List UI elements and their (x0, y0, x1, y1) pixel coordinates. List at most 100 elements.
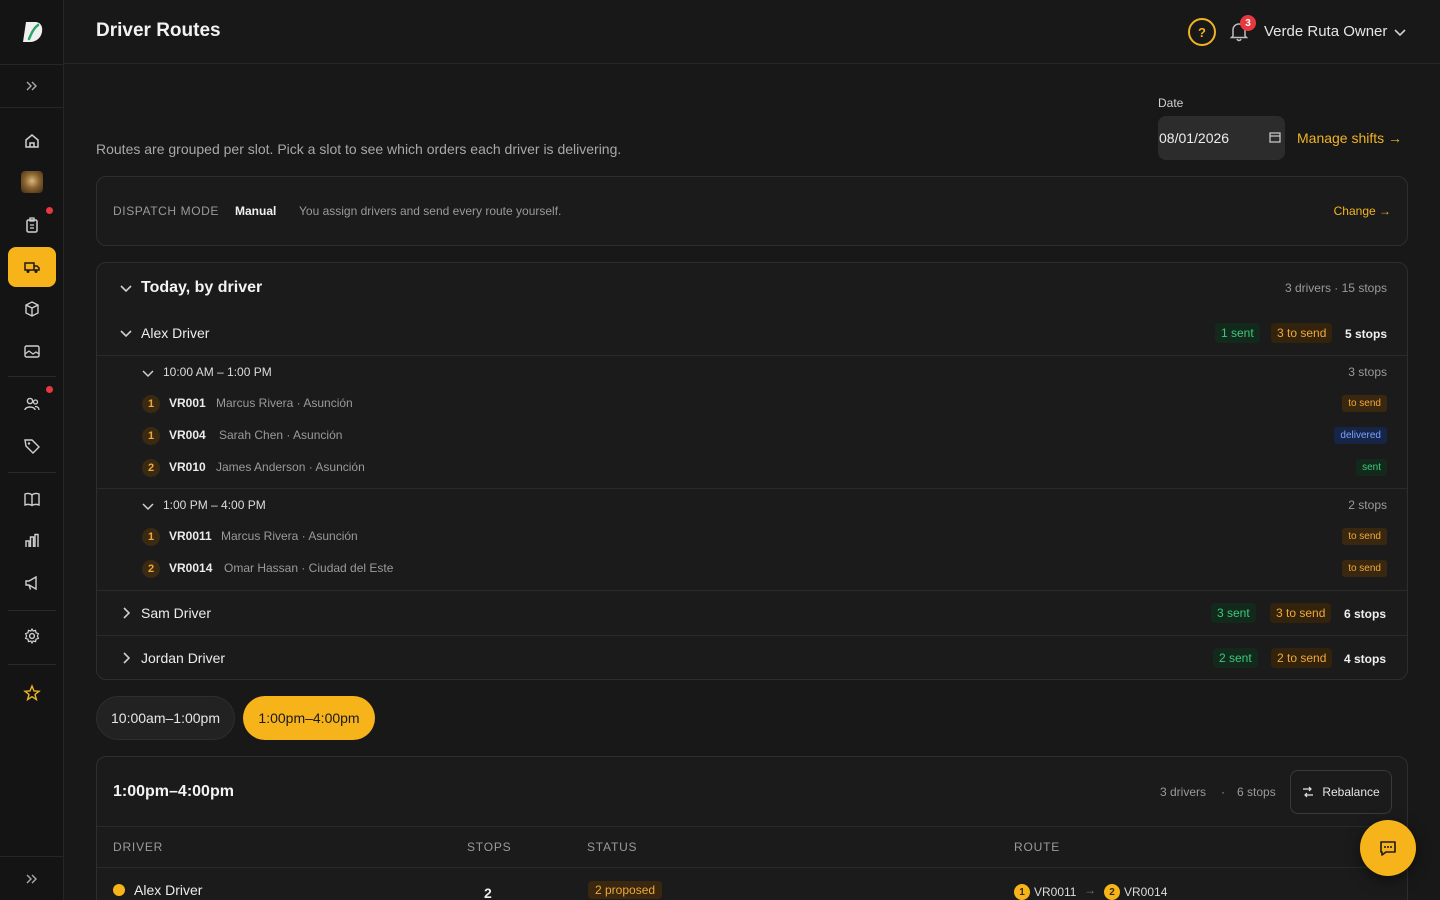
user-menu-name[interactable]: Verde Ruta Owner (1264, 23, 1387, 40)
table-driver-name: Alex Driver (134, 882, 203, 898)
route-arrow: → (1084, 883, 1096, 897)
sent-count-badge: 2 sent (1213, 648, 1258, 668)
rebalance-icon (1303, 786, 1314, 798)
chevron-down-icon (142, 503, 154, 511)
route-stop-seq: 1 (1014, 884, 1030, 900)
slot-row[interactable]: 1:00 PM – 4:00 PM 2 stops (97, 494, 1407, 518)
dispatch-mode-value: Manual (235, 204, 277, 218)
driver-name: Jordan Driver (141, 650, 226, 666)
expand-sidebar-button[interactable] (0, 64, 64, 108)
sidebar-item-catalog[interactable] (8, 479, 56, 519)
meta-separator: · (1221, 785, 1225, 799)
rebalance-button[interactable]: Rebalance (1290, 770, 1392, 814)
star-icon (23, 684, 41, 702)
calendar-icon[interactable] (1269, 131, 1281, 143)
order-id: VR0014 (169, 561, 213, 575)
slot-tab-afternoon[interactable]: 1:00pm–4:00pm (243, 696, 375, 740)
tag-icon (24, 439, 40, 454)
route-order-id: VR0014 (1124, 885, 1168, 899)
slot-time: 1:00 PM – 4:00 PM (163, 498, 266, 512)
order-customer: Marcus Rivera · Asunción (216, 396, 353, 410)
stop-sequence-badge: 1 (142, 395, 160, 413)
orders-notification-dot (46, 207, 53, 214)
order-customer: James Anderson · Asunción (216, 460, 365, 474)
order-row[interactable]: 1 VR0011 Marcus Rivera · Asunción to sen… (97, 524, 1407, 550)
to-send-count-badge: 2 to send (1271, 648, 1333, 668)
sidebar-item-media[interactable] (8, 331, 56, 371)
date-input[interactable]: 08/01/2026 (1158, 116, 1285, 160)
order-customer: Sarah Chen · Asunción (219, 428, 343, 442)
driver-row-jordan[interactable]: Jordan Driver 2 sent 2 to send 4 stops (97, 636, 1407, 679)
order-status-badge: to send (1342, 528, 1387, 545)
chevrons-right-icon (26, 874, 37, 883)
sidebar-item-settings[interactable] (8, 616, 56, 656)
slot-stop-count: 6 stops (1237, 785, 1276, 799)
customers-notification-dot (46, 386, 53, 393)
user-menu-chevron[interactable] (1392, 24, 1408, 40)
notification-count-badge: 3 (1240, 15, 1256, 31)
change-dispatch-mode-link[interactable]: Change → (1334, 204, 1391, 218)
sidebar-item-favorites[interactable] (8, 673, 56, 713)
chat-support-button[interactable] (1360, 820, 1416, 876)
driver-stops-count: 5 stops (1345, 327, 1388, 341)
manage-shifts-link[interactable]: Manage shifts → (1297, 130, 1402, 146)
table-stops-count: 2 (484, 885, 492, 900)
sidebar-item-analytics[interactable] (8, 521, 56, 561)
sidebar-item-discounts[interactable] (8, 426, 56, 466)
date-label: Date (1158, 96, 1184, 110)
chevrons-right-icon (26, 81, 37, 91)
driver-stops-count: 6 stops (1344, 607, 1387, 621)
today-by-driver-panel: Today, by driver 3 drivers · 15 stops Al… (96, 262, 1408, 680)
column-header-status: STATUS (587, 840, 638, 854)
today-header[interactable]: Today, by driver 3 drivers · 15 stops (97, 263, 1407, 311)
sidebar-item-marketing[interactable] (8, 563, 56, 603)
rebalance-label: Rebalance (1322, 785, 1380, 799)
expand-sidebar-bottom-button[interactable] (0, 856, 64, 900)
order-row[interactable]: 1 VR001 Marcus Rivera · Asunción to send (97, 391, 1407, 417)
sidebar-item-home[interactable] (8, 121, 56, 161)
help-circle-icon: ? (1198, 24, 1206, 40)
store-avatar-icon (21, 171, 43, 193)
sidebar-item-store[interactable] (8, 162, 56, 202)
image-icon (24, 345, 40, 358)
driver-color-dot (113, 884, 125, 896)
sidebar-item-driver-routes[interactable] (8, 247, 56, 287)
driver-name: Sam Driver (141, 605, 212, 621)
route-order-id: VR0011 (1034, 885, 1077, 899)
brand-logo[interactable] (16, 16, 48, 48)
order-row[interactable]: 1 VR004 Sarah Chen · Asunción delivered (97, 423, 1407, 449)
chevron-right-icon (123, 652, 131, 664)
dispatch-mode-description: You assign drivers and send every route … (299, 204, 562, 218)
sent-count-badge: 3 sent (1211, 603, 1256, 623)
slot-detail-card: 1:00pm–4:00pm 3 drivers · 6 stops Rebala… (96, 756, 1408, 900)
stop-sequence-badge: 1 (142, 528, 160, 546)
stop-sequence-badge: 2 (142, 459, 160, 477)
slot-row[interactable]: 10:00 AM – 1:00 PM 3 stops (97, 361, 1407, 385)
driver-stops-count: 4 stops (1344, 652, 1387, 666)
order-id: VR004 (169, 428, 206, 442)
table-status-badge: 2 proposed (588, 881, 663, 899)
sidebar-item-products[interactable] (8, 289, 56, 329)
slot-driver-count: 3 drivers (1160, 785, 1207, 799)
driver-row-sam[interactable]: Sam Driver 3 sent 3 to send 6 stops (97, 591, 1407, 635)
top-header: Driver Routes ? 3 Verde Ruta Owner (64, 0, 1440, 64)
help-button[interactable]: ? (1188, 18, 1216, 46)
slot-tab-morning[interactable]: 10:00am–1:00pm (96, 696, 235, 740)
chevron-down-icon (1394, 29, 1406, 37)
clipboard-icon (26, 217, 38, 233)
logo-icon (23, 22, 43, 42)
driver-row-alex[interactable]: Alex Driver 1 sent 3 to send 5 stops (97, 313, 1407, 355)
order-row[interactable]: 2 VR010 James Anderson · Asunción sent (97, 455, 1407, 481)
to-send-count-badge: 3 to send (1270, 603, 1332, 623)
order-status-badge: sent (1356, 459, 1387, 476)
sent-count-badge: 1 sent (1215, 323, 1260, 343)
dispatch-mode-card: DISPATCH MODE Manual You assign drivers … (96, 176, 1408, 246)
order-status-badge: to send (1342, 560, 1387, 577)
order-id: VR001 (169, 396, 206, 410)
box-icon (25, 301, 39, 317)
date-value: 08/01/2026 (1159, 130, 1230, 146)
order-row[interactable]: 2 VR0014 Omar Hassan · Ciudad del Este t… (97, 556, 1407, 582)
slot-time: 10:00 AM – 1:00 PM (163, 365, 272, 379)
column-header-driver: DRIVER (113, 840, 164, 854)
users-icon (24, 397, 40, 411)
